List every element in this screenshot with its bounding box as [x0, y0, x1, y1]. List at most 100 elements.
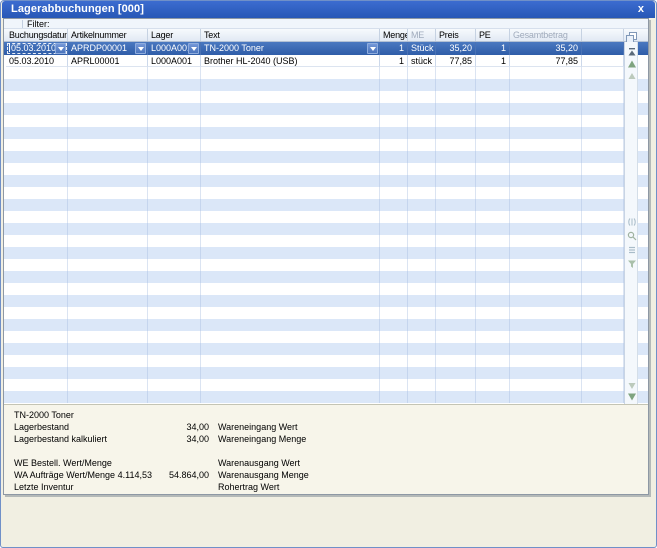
column-header-preis[interactable]: Preis [436, 29, 476, 41]
cell-gesamtbetrag[interactable]: 35,20 [510, 42, 582, 55]
grid-header-row: Buchungsdatum Artikelnummer Lager Text Menge… [4, 29, 648, 42]
column-header-pe[interactable]: PE [476, 29, 510, 41]
column-header-lager[interactable]: Lager [148, 29, 201, 41]
cell-spacer[interactable] [582, 42, 624, 55]
empty-row[interactable] [4, 115, 648, 127]
selected-table-row[interactable]: 05.03.2010 APRDP00001 L000A001 TN-2000 Tone… [4, 42, 648, 55]
empty-cell [148, 355, 201, 367]
scrollbar[interactable] [624, 42, 638, 412]
columns-icon[interactable] [627, 214, 637, 226]
empty-row[interactable] [4, 319, 648, 331]
cell-text[interactable]: Brother HL-2040 (USB) [201, 55, 380, 67]
cell-spacer[interactable] [582, 55, 624, 67]
cell-pe[interactable]: 1 [476, 55, 510, 67]
empty-cell [476, 79, 510, 91]
dropdown-button[interactable] [55, 43, 66, 54]
empty-row[interactable] [4, 283, 648, 295]
app-window: Lagerabbuchungen [000] x Filter: Buchung… [0, 0, 657, 548]
column-header-buchungsdatum[interactable]: Buchungsdatum [6, 29, 68, 41]
table-row[interactable]: 05.03.2010 APRL00001 L000A001 Brother HL-20… [4, 55, 648, 67]
empty-row[interactable] [4, 247, 648, 259]
cell-preis[interactable]: 77,85 [436, 55, 476, 67]
empty-cell [476, 271, 510, 283]
empty-row[interactable] [4, 271, 648, 283]
empty-row[interactable] [4, 367, 648, 379]
cell-me[interactable]: Stück [408, 42, 436, 55]
filter-input[interactable] [64, 19, 646, 29]
empty-cell [68, 199, 148, 211]
empty-cell [201, 331, 380, 343]
empty-cell [582, 67, 624, 79]
empty-row[interactable] [4, 343, 648, 355]
column-header-gesamtbetrag[interactable]: Gesamtbetrag [510, 29, 582, 41]
empty-row[interactable] [4, 127, 648, 139]
empty-cell [148, 247, 201, 259]
cell-artikelnummer[interactable]: APRL00001 [68, 55, 148, 67]
empty-cell [408, 355, 436, 367]
dropdown-button[interactable] [367, 43, 378, 54]
column-header-text[interactable]: Text [201, 29, 380, 41]
search-icon[interactable] [627, 228, 637, 241]
empty-row[interactable] [4, 163, 648, 175]
empty-cell [582, 247, 624, 259]
list-icon[interactable] [627, 242, 637, 254]
empty-row[interactable] [4, 331, 648, 343]
cell-text: Brother HL-2040 (USB) [204, 56, 298, 66]
empty-row[interactable] [4, 151, 648, 163]
empty-cell [148, 235, 201, 247]
empty-cell [6, 127, 68, 139]
cell-buchungsdatum[interactable]: 05.03.2010 [6, 55, 68, 67]
copy-icon[interactable] [626, 30, 637, 43]
empty-cell [476, 91, 510, 103]
empty-cell [148, 259, 201, 271]
cell-lager[interactable]: L000A001 [148, 55, 201, 67]
empty-row[interactable] [4, 307, 648, 319]
empty-cell [510, 343, 582, 355]
close-button[interactable]: x [638, 1, 644, 17]
empty-row[interactable] [4, 259, 648, 271]
empty-row[interactable] [4, 103, 648, 115]
column-header-me[interactable]: ME [408, 29, 436, 41]
column-header-menge[interactable]: Menge [380, 29, 408, 41]
filter-funnel-icon[interactable] [627, 256, 637, 268]
cell-artikelnummer[interactable]: APRDP00001 [68, 42, 148, 55]
summary-right-label: Rohertrag Wert [218, 482, 280, 492]
empty-row[interactable] [4, 139, 648, 151]
cell-lager[interactable]: L000A001 [148, 42, 201, 55]
empty-row[interactable] [4, 379, 648, 391]
empty-cell [476, 307, 510, 319]
cell-preis[interactable]: 35,20 [436, 42, 476, 55]
empty-row[interactable] [4, 355, 648, 367]
cell-menge[interactable]: 1 [380, 55, 408, 67]
empty-row[interactable] [4, 67, 648, 79]
empty-row[interactable] [4, 187, 648, 199]
column-header-artikelnummer[interactable]: Artikelnummer [68, 29, 148, 41]
empty-row[interactable] [4, 79, 648, 91]
empty-row[interactable] [4, 295, 648, 307]
empty-cell [408, 223, 436, 235]
cell-text[interactable]: TN-2000 Toner [201, 42, 380, 55]
empty-cell [380, 115, 408, 127]
scroll-down-icon[interactable] [627, 389, 637, 401]
scroll-up-icon[interactable] [627, 56, 637, 68]
cell-me[interactable]: stück [408, 55, 436, 67]
empty-row[interactable] [4, 91, 648, 103]
scroll-down-page-icon[interactable] [627, 378, 637, 389]
empty-cell [510, 319, 582, 331]
dropdown-button[interactable] [188, 43, 199, 54]
cell-buchungsdatum[interactable]: 05.03.2010 [6, 42, 68, 55]
dropdown-button[interactable] [135, 43, 146, 54]
empty-row[interactable] [4, 175, 648, 187]
empty-row[interactable] [4, 235, 648, 247]
empty-row[interactable] [4, 391, 648, 403]
column-header-spacer[interactable] [582, 29, 624, 41]
cell-pe[interactable]: 1 [476, 42, 510, 55]
cell-menge[interactable]: 1 [380, 42, 408, 55]
empty-row[interactable] [4, 211, 648, 223]
empty-row[interactable] [4, 223, 648, 235]
scroll-to-top-icon[interactable] [627, 44, 637, 56]
scroll-up-page-icon[interactable] [627, 68, 637, 79]
title-bar[interactable]: Lagerabbuchungen [000] x [2, 1, 655, 18]
empty-row[interactable] [4, 199, 648, 211]
cell-gesamtbetrag[interactable]: 77,85 [510, 55, 582, 67]
